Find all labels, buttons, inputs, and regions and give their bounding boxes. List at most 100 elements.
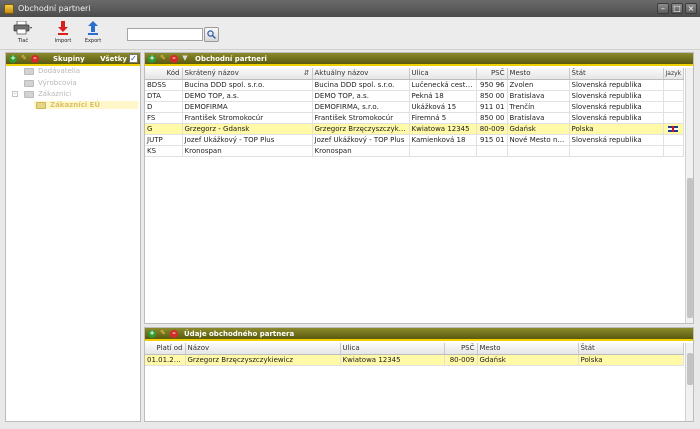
cell-kod: FS bbox=[145, 112, 183, 124]
search-icon bbox=[207, 30, 216, 39]
col-header-kod[interactable]: Kód bbox=[145, 68, 183, 80]
col-header-mesto[interactable]: Mesto bbox=[477, 343, 579, 355]
cell-skrateny-nazov: Grzegorz - Gdansk bbox=[182, 123, 313, 135]
import-button[interactable]: Import bbox=[48, 21, 78, 44]
edit-icon[interactable]: ✎ bbox=[159, 55, 167, 63]
delete-icon[interactable]: – bbox=[170, 329, 178, 338]
groups-title: Skupiny bbox=[53, 54, 85, 63]
col-header-plati-od[interactable]: Platí od bbox=[145, 343, 186, 355]
all-groups-label: Všetky bbox=[100, 54, 127, 63]
folder-icon bbox=[36, 101, 46, 109]
table-row-selected[interactable]: 01.01.2000 Grzegorz Brzęczyszczykiewicz … bbox=[145, 354, 684, 366]
cell-plati-od: 01.01.2000 bbox=[145, 354, 186, 366]
cell-psc: 850 00 bbox=[476, 90, 508, 102]
col-header-label: Skrátený názov bbox=[184, 69, 239, 78]
group-item-zakaznici-eu[interactable]: Zákazníci EÚ bbox=[34, 101, 138, 109]
minimize-button[interactable]: – bbox=[657, 3, 669, 14]
table-row[interactable]: KS Kronospan Kronospan bbox=[145, 145, 684, 157]
col-header-skrateny-nazov[interactable]: Skrátený názov ⇵ bbox=[182, 68, 313, 80]
col-header-psc[interactable]: PSČ bbox=[476, 68, 508, 80]
cell-stat: Slovenská republika bbox=[569, 112, 664, 124]
group-label: Zákazníci EÚ bbox=[50, 101, 101, 109]
cell-stat bbox=[569, 145, 664, 157]
cell-stat: Slovenská republika bbox=[569, 79, 664, 91]
cell-psc: 911 01 bbox=[476, 101, 508, 113]
cell-kod: KS bbox=[145, 145, 183, 157]
table-row[interactable]: BDSS Bucina DDD spol. s.r.o. Bucina DDD … bbox=[145, 79, 684, 91]
scrollbar-thumb[interactable] bbox=[687, 353, 693, 385]
cell-jazyk bbox=[663, 123, 684, 135]
col-header-nazov[interactable]: Názov bbox=[185, 343, 341, 355]
col-header-stat[interactable]: Štát bbox=[578, 343, 684, 355]
cell-kod: JUTP bbox=[145, 134, 183, 146]
cell-mesto: Gdańsk bbox=[477, 354, 579, 366]
edit-icon[interactable]: ✎ bbox=[20, 55, 28, 63]
cell-kod: G bbox=[145, 123, 183, 135]
group-item-dodavatelia[interactable]: Dodávatelia bbox=[24, 67, 80, 75]
delete-icon[interactable]: – bbox=[31, 54, 39, 63]
table-row[interactable]: D DEMOFIRMA DEMOFIRMA, s.r.o. Ukážková 1… bbox=[145, 101, 684, 113]
cell-ulica: Pekná 18 bbox=[409, 90, 477, 102]
col-header-jazyk[interactable]: Jazyk bbox=[663, 68, 684, 80]
group-label: Zákazníci bbox=[38, 90, 72, 98]
col-header-aktualny-nazov[interactable]: Aktuálny názov bbox=[312, 68, 410, 80]
cell-psc: 950 96 bbox=[476, 79, 508, 91]
cell-mesto: Nové Mesto nad ... bbox=[507, 134, 570, 146]
printer-icon bbox=[13, 20, 32, 35]
cell-psc: 915 01 bbox=[476, 134, 508, 146]
table-row[interactable]: FS František Stromokocúr František Strom… bbox=[145, 112, 684, 124]
folder-icon bbox=[24, 67, 34, 75]
print-button[interactable]: Tlač bbox=[8, 20, 38, 44]
search-button[interactable] bbox=[204, 27, 219, 42]
export-button[interactable]: Export bbox=[78, 21, 108, 44]
collapse-toggle[interactable]: – bbox=[12, 91, 18, 97]
cell-ulica: Kwiatowa 12345 bbox=[340, 354, 445, 366]
table-row[interactable]: JUTP Jozef Ukážkový - TOP Plus Jozef Uká… bbox=[145, 134, 684, 146]
delete-icon[interactable]: – bbox=[170, 54, 178, 63]
partners-header-row: Kód Skrátený názov ⇵ Aktuálny názov Ulic… bbox=[145, 68, 684, 80]
add-icon[interactable]: + bbox=[148, 329, 156, 338]
cell-jazyk bbox=[663, 79, 684, 91]
all-groups-checkbox[interactable]: ✓ bbox=[129, 54, 138, 63]
add-icon[interactable]: + bbox=[9, 54, 17, 63]
cell-kod: D bbox=[145, 101, 183, 113]
cell-ulica: Lučenecká cesta, 13... bbox=[409, 79, 477, 91]
group-label: Výrobcovia bbox=[38, 79, 77, 87]
cell-nazov: Grzegorz Brzęczyszczykiewicz bbox=[185, 354, 341, 366]
add-icon[interactable]: + bbox=[148, 54, 156, 63]
col-header-stat[interactable]: Štát bbox=[569, 68, 664, 80]
cell-aktualny-nazov: František Stromokocúr bbox=[312, 112, 410, 124]
edit-icon[interactable]: ✎ bbox=[159, 330, 167, 338]
cell-psc: 850 00 bbox=[476, 112, 508, 124]
table-row[interactable]: DTA DEMO TOP, a.s. DEMO TOP, a.s. Pekná … bbox=[145, 90, 684, 102]
table-row-selected[interactable]: G Grzegorz - Gdansk Grzegorz Brzęczyszcz… bbox=[145, 123, 684, 135]
partners-header: + ✎ – ▼ Obchodní partneri bbox=[145, 53, 693, 66]
col-header-ulica[interactable]: Ulica bbox=[340, 343, 445, 355]
partners-scrollbar[interactable] bbox=[685, 68, 693, 323]
cell-aktualny-nazov: DEMOFIRMA, s.r.o. bbox=[312, 101, 410, 113]
col-header-mesto[interactable]: Mesto bbox=[507, 68, 570, 80]
filter-icon[interactable]: ▼ bbox=[181, 55, 189, 63]
search-input[interactable] bbox=[127, 28, 203, 41]
group-label: Dodávatelia bbox=[38, 67, 81, 75]
details-title: Údaje obchodného partnera bbox=[184, 329, 295, 338]
group-item-vyrobcovia[interactable]: Výrobcovia bbox=[24, 79, 77, 87]
cell-stat: Slovenská republika bbox=[569, 90, 664, 102]
cell-skrateny-nazov: DEMOFIRMA bbox=[182, 101, 313, 113]
scrollbar-thumb[interactable] bbox=[687, 178, 693, 318]
print-label: Tlač bbox=[17, 38, 29, 44]
col-header-psc[interactable]: PSČ bbox=[444, 343, 478, 355]
app-icon bbox=[4, 3, 14, 14]
col-header-ulica[interactable]: Ulica bbox=[409, 68, 477, 80]
cell-ulica: Kwiatowa 12345 bbox=[409, 123, 477, 135]
maximize-button[interactable]: □ bbox=[671, 3, 683, 14]
cell-jazyk bbox=[663, 134, 684, 146]
cell-aktualny-nazov: Bucina DDD spol. s.r.o. bbox=[312, 79, 410, 91]
cell-jazyk bbox=[663, 90, 684, 102]
details-scrollbar[interactable] bbox=[685, 343, 693, 421]
close-button[interactable]: × bbox=[685, 3, 697, 14]
cell-stat: Slovenská republika bbox=[569, 134, 664, 146]
cell-ulica: Kamienková 18 bbox=[409, 134, 477, 146]
partners-table: Kód Skrátený názov ⇵ Aktuálny názov Ulic… bbox=[145, 68, 684, 157]
group-item-zakaznici[interactable]: Zákazníci bbox=[24, 90, 71, 98]
